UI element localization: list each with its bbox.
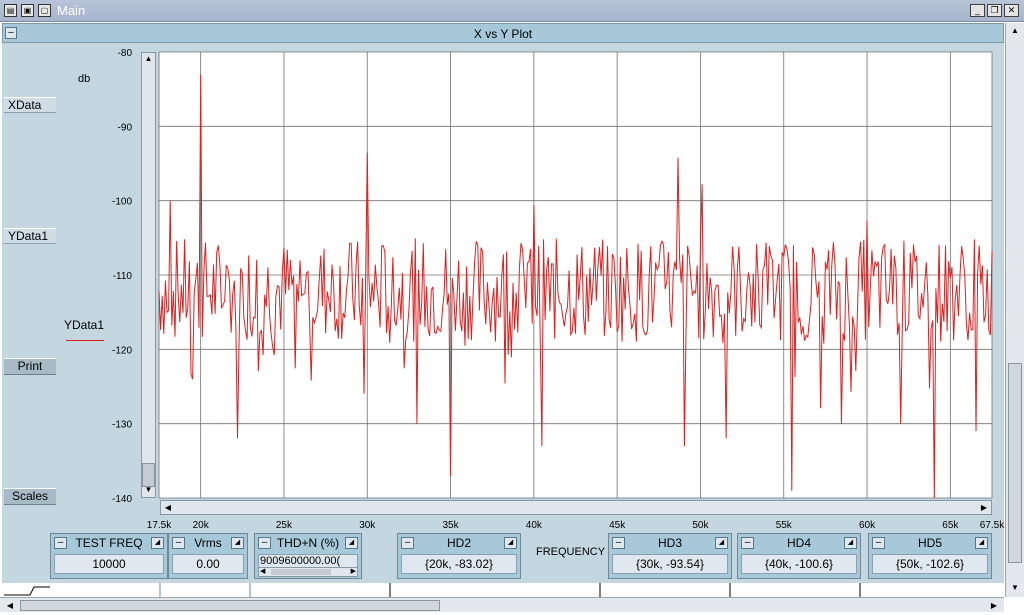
hd4-value[interactable]: {40k, -100.6}: [741, 554, 857, 574]
scroll-down-icon[interactable]: ▼: [143, 485, 154, 495]
hd4-title: HD4: [786, 536, 811, 550]
test-freq-value[interactable]: 10000: [54, 554, 164, 574]
x-tick-label: 35k: [442, 520, 459, 531]
thdn-indicator: – THD+N (%) ◢ 9009600000.00( ◀ ▶: [254, 533, 362, 579]
menu-arrow-icon[interactable]: ◢: [844, 537, 857, 549]
scroll-left-icon[interactable]: ◀: [163, 502, 173, 513]
x-tick-label: 17.5k: [147, 520, 172, 531]
thdn-scroll-thumb[interactable]: [271, 569, 331, 575]
y-tick-label: -120: [112, 345, 132, 356]
indicator-minimize-button[interactable]: –: [612, 537, 625, 549]
indicator-minimize-button[interactable]: –: [872, 537, 885, 549]
hd5-title: HD5: [917, 536, 942, 550]
y-tick-label: -90: [118, 122, 133, 133]
wire-lines: [4, 583, 861, 597]
x-tick-label: 50k: [692, 520, 709, 531]
menu-arrow-icon[interactable]: ◢: [151, 537, 164, 549]
plot-vscroll-thumb[interactable]: [142, 463, 155, 487]
hd5-value[interactable]: {50k, -102.6}: [872, 554, 988, 574]
y-tick-labels: -80 -90 -100 -110 -120 -130 -140: [112, 48, 132, 505]
indicator-minimize-button[interactable]: –: [172, 537, 185, 549]
menu-arrow-icon[interactable]: ◢: [975, 537, 988, 549]
test-freq-title: TEST FREQ: [75, 536, 143, 550]
y-axis-unit: db: [78, 73, 90, 85]
hd2-indicator: – HD2 ◢ {20k, -83.02}: [397, 533, 521, 579]
hd2-title: HD2: [446, 536, 471, 550]
thdn-scroll-right-icon[interactable]: ▶: [351, 568, 356, 576]
plot-vertical-scrollbar[interactable]: ▲ ▼: [141, 52, 156, 498]
x-tick-label: 55k: [776, 520, 793, 531]
x-tick-label: 65k: [942, 520, 959, 531]
x-tick-label: 60k: [859, 520, 876, 531]
indicator-minimize-button[interactable]: –: [741, 537, 754, 549]
indicator-minimize-button[interactable]: –: [54, 537, 67, 549]
hd5-indicator: – HD5 ◢ {50k, -102.6}: [868, 533, 992, 579]
menu-arrow-icon[interactable]: ◢: [504, 537, 517, 549]
scroll-right-icon[interactable]: ▶: [988, 600, 1000, 611]
workspace-vertical-scrollbar[interactable]: ▲ ▼: [1005, 23, 1024, 597]
y-tick-label: -130: [112, 420, 132, 431]
x-tick-label: 25k: [276, 520, 293, 531]
x-tick-label: 40k: [526, 520, 543, 531]
workspace-hscroll-thumb[interactable]: [20, 600, 440, 611]
y-tick-label: -110: [113, 271, 133, 282]
x-tick-label: 67.5k: [980, 520, 1005, 531]
vrms-value[interactable]: 0.00: [172, 554, 244, 574]
plot-horizontal-scrollbar[interactable]: ◀ ▶: [160, 500, 992, 515]
x-tick-label: 45k: [609, 520, 626, 531]
menu-arrow-icon[interactable]: ◢: [345, 537, 358, 549]
scroll-left-icon[interactable]: ◀: [4, 600, 16, 611]
y-tick-label: -140: [112, 494, 132, 505]
x-tick-label: 30k: [359, 520, 376, 531]
x-tick-labels: 17.5k 20k 25k 30k 35k 40k 45k 50k 55k 60k 65k 67.5k: [147, 520, 1005, 531]
thdn-title: THD+N (%): [276, 536, 340, 550]
scroll-up-icon[interactable]: ▲: [1009, 25, 1021, 36]
hd3-indicator: – HD3 ◢ {30k, -93.54}: [608, 533, 732, 579]
workspace-horizontal-scrollbar[interactable]: ◀ ▶: [0, 597, 1004, 612]
workspace-strip: [0, 583, 1004, 597]
hd2-value[interactable]: {20k, -83.02}: [401, 554, 517, 574]
menu-arrow-icon[interactable]: ◢: [231, 537, 244, 549]
scroll-right-icon[interactable]: ▶: [979, 502, 989, 513]
test-freq-indicator: – TEST FREQ ◢ 10000: [50, 533, 168, 579]
x-axis-label: FREQUENCY: [536, 546, 606, 558]
menu-arrow-icon[interactable]: ◢: [715, 537, 728, 549]
y-tick-label: -80: [118, 48, 133, 59]
workspace-vscroll-thumb[interactable]: [1008, 363, 1022, 563]
x-tick-label: 20k: [193, 520, 210, 531]
y-tick-label: -100: [112, 197, 132, 208]
indicator-minimize-button[interactable]: –: [401, 537, 414, 549]
thdn-value[interactable]: 9009600000.00(: [258, 554, 358, 568]
vrms-title: Vrms: [194, 536, 222, 550]
scroll-up-icon[interactable]: ▲: [143, 54, 154, 64]
hd3-value[interactable]: {30k, -93.54}: [612, 554, 728, 574]
hd4-indicator: – HD4 ◢ {40k, -100.6}: [737, 533, 861, 579]
thdn-scrollbar[interactable]: ◀ ▶: [258, 567, 358, 577]
hd3-title: HD3: [657, 536, 682, 550]
thdn-scroll-left-icon[interactable]: ◀: [260, 568, 265, 576]
indicator-minimize-button[interactable]: –: [258, 537, 271, 549]
scroll-down-icon[interactable]: ▼: [1009, 582, 1021, 593]
vrms-indicator: – Vrms ◢ 0.00: [168, 533, 248, 579]
